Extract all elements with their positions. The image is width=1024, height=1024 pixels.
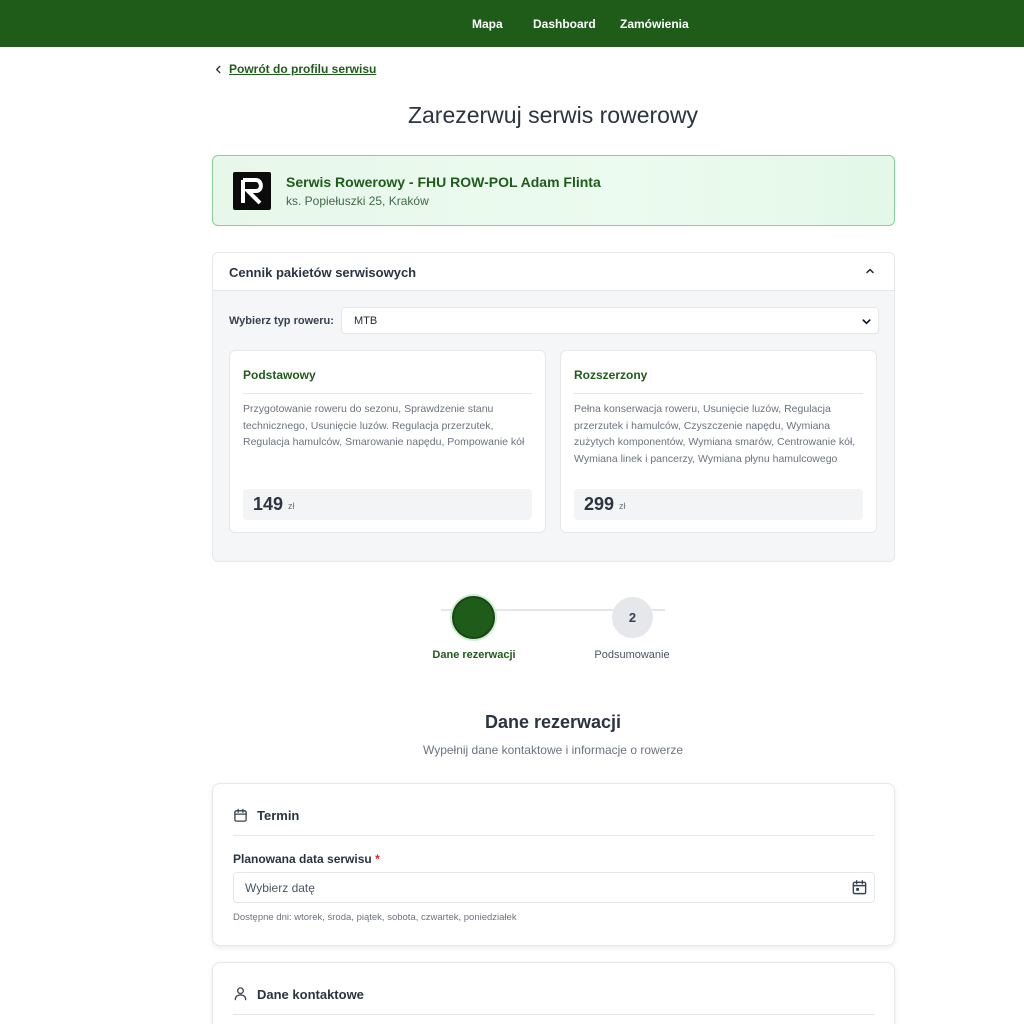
bike-type-selected-value: MTB <box>354 315 378 327</box>
user-icon <box>234 987 247 1001</box>
provider-logo <box>233 172 271 210</box>
available-days-help: Dostępne dni: wtorek, środa, piątek, sob… <box>233 912 517 923</box>
nav-link-zamowienia[interactable]: Zamówienia <box>620 17 689 31</box>
service-provider-card: Serwis Rowerowy - FHU ROW-POL Adam Flint… <box>212 155 895 226</box>
bike-type-label: Wybierz typ roweru: <box>229 315 334 327</box>
card-divider <box>233 1014 874 1015</box>
reservation-section-subtitle: Wypełnij dane kontaktowe i informacje o … <box>422 743 683 757</box>
package-currency: zł <box>288 501 295 511</box>
package-price-box: 149 zł <box>243 489 532 520</box>
term-card-title: Termin <box>257 808 300 823</box>
chevron-up-icon[interactable] <box>864 265 876 277</box>
package-price: 149 <box>253 494 284 514</box>
package-description: Przygotowanie roweru do sezonu, Sprawdze… <box>243 403 525 448</box>
calendar-icon <box>234 808 247 822</box>
nav-link-dashboard[interactable]: Dashboard <box>533 17 596 31</box>
provider-address: ks. Popiełuszki 25, Kraków <box>286 194 429 208</box>
step-2-indicator: 2 <box>612 597 653 638</box>
back-to-profile-link[interactable]: Powrót do profilu serwisu <box>214 62 376 76</box>
step-1-label: Dane rezerwacji <box>432 649 516 661</box>
package-price-box: 299 zł <box>574 489 863 520</box>
pricing-panel: Cennik pakietów serwisowych Wybierz typ … <box>212 252 895 562</box>
package-divider <box>243 393 532 394</box>
back-link-label: Powrót do profilu serwisu <box>229 62 377 76</box>
package-description: Pełna konserwacja roweru, Usunięcie luzó… <box>574 403 856 465</box>
service-date-input[interactable]: Wybierz datę <box>233 872 875 903</box>
required-mark: * <box>375 852 380 866</box>
package-name: Podstawowy <box>243 368 316 382</box>
calendar-icon[interactable] <box>851 879 868 896</box>
reservation-section-title: Dane rezerwacji <box>484 712 622 732</box>
top-navbar: Mapa Dashboard Zamówienia <box>0 0 1024 47</box>
page-title: Zarezerwuj serwis rowerowy <box>407 102 699 128</box>
service-date-label-text: Planowana data serwisu <box>233 852 372 866</box>
step-1-indicator: 1 <box>452 596 495 639</box>
package-price: 299 <box>584 494 615 514</box>
pricing-panel-header[interactable]: Cennik pakietów serwisowych <box>213 253 894 291</box>
pricing-panel-title: Cennik pakietów serwisowych <box>229 265 417 280</box>
bike-type-select[interactable]: MTB <box>341 307 879 334</box>
package-currency: zł <box>619 501 626 511</box>
contact-card-title: Dane kontaktowe <box>257 987 364 1002</box>
step-2-label: Podsumowanie <box>594 649 670 661</box>
provider-name: Serwis Rowerowy - FHU ROW-POL Adam Flint… <box>286 174 601 190</box>
package-name: Rozszerzony <box>574 368 648 382</box>
card-divider <box>233 835 874 836</box>
nav-link-mapa[interactable]: Mapa <box>472 17 503 31</box>
package-card-extended[interactable]: Rozszerzony Pełna konserwacja roweru, Us… <box>560 350 877 533</box>
chevron-down-icon <box>862 319 871 325</box>
package-card-basic[interactable]: Podstawowy Przygotowanie roweru do sezon… <box>229 350 546 533</box>
chevron-left-icon <box>216 65 221 73</box>
service-date-placeholder: Wybierz datę <box>245 881 315 895</box>
contact-card: Dane kontaktowe <box>212 962 895 1024</box>
package-divider <box>574 393 863 394</box>
service-date-label: Planowana data serwisu * <box>233 852 380 866</box>
term-card: Termin Planowana data serwisu * Wybierz … <box>212 783 895 946</box>
